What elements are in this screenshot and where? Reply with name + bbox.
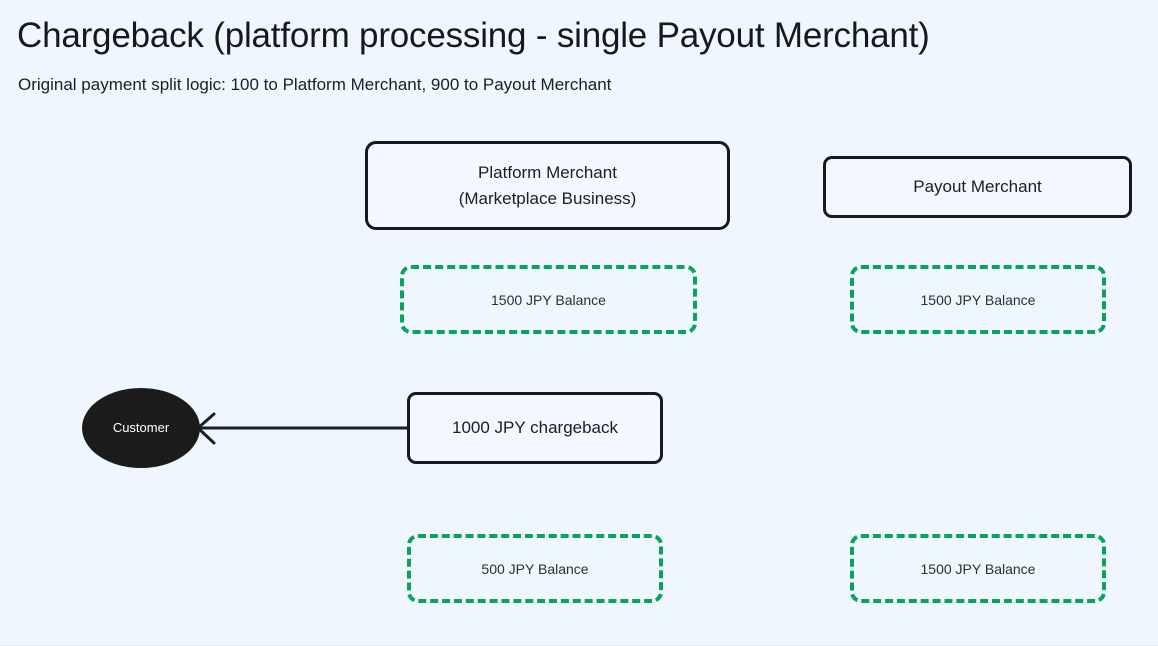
node-chargeback-label: 1000 JPY chargeback [451,418,619,437]
node-platform-merchant[interactable]: Platform Merchant (Marketplace Business) [365,141,730,230]
node-payout-merchant[interactable]: Payout Merchant [823,156,1132,218]
node-payout-merchant-label: Payout Merchant [913,177,1042,196]
balance-platform-before: 1500 JPY Balance [400,265,697,334]
page-subtitle: Original payment split logic: 100 to Pla… [18,75,612,94]
page-title: Chargeback (platform processing - single… [17,16,930,55]
node-customer-label: Customer [112,420,170,435]
balance-payout-after-label: 1500 JPY Balance [920,560,1036,577]
node-customer[interactable]: Customer [82,388,200,468]
chargeback-to-customer-arrowhead [195,412,216,445]
balance-payout-before: 1500 JPY Balance [850,265,1106,334]
balance-payout-before-label: 1500 JPY Balance [920,291,1036,308]
balance-platform-after-label: 500 JPY Balance [481,560,589,577]
node-platform-merchant-line2: (Marketplace Business) [458,188,637,208]
node-platform-merchant-line1: Platform Merchant [478,162,617,182]
balance-platform-after: 500 JPY Balance [407,534,663,603]
balance-platform-before-label: 1500 JPY Balance [491,291,606,308]
node-chargeback[interactable]: 1000 JPY chargeback [407,392,663,464]
balance-payout-after: 1500 JPY Balance [850,534,1106,603]
diagram-canvas: Chargeback (platform processing - single… [0,0,1158,646]
